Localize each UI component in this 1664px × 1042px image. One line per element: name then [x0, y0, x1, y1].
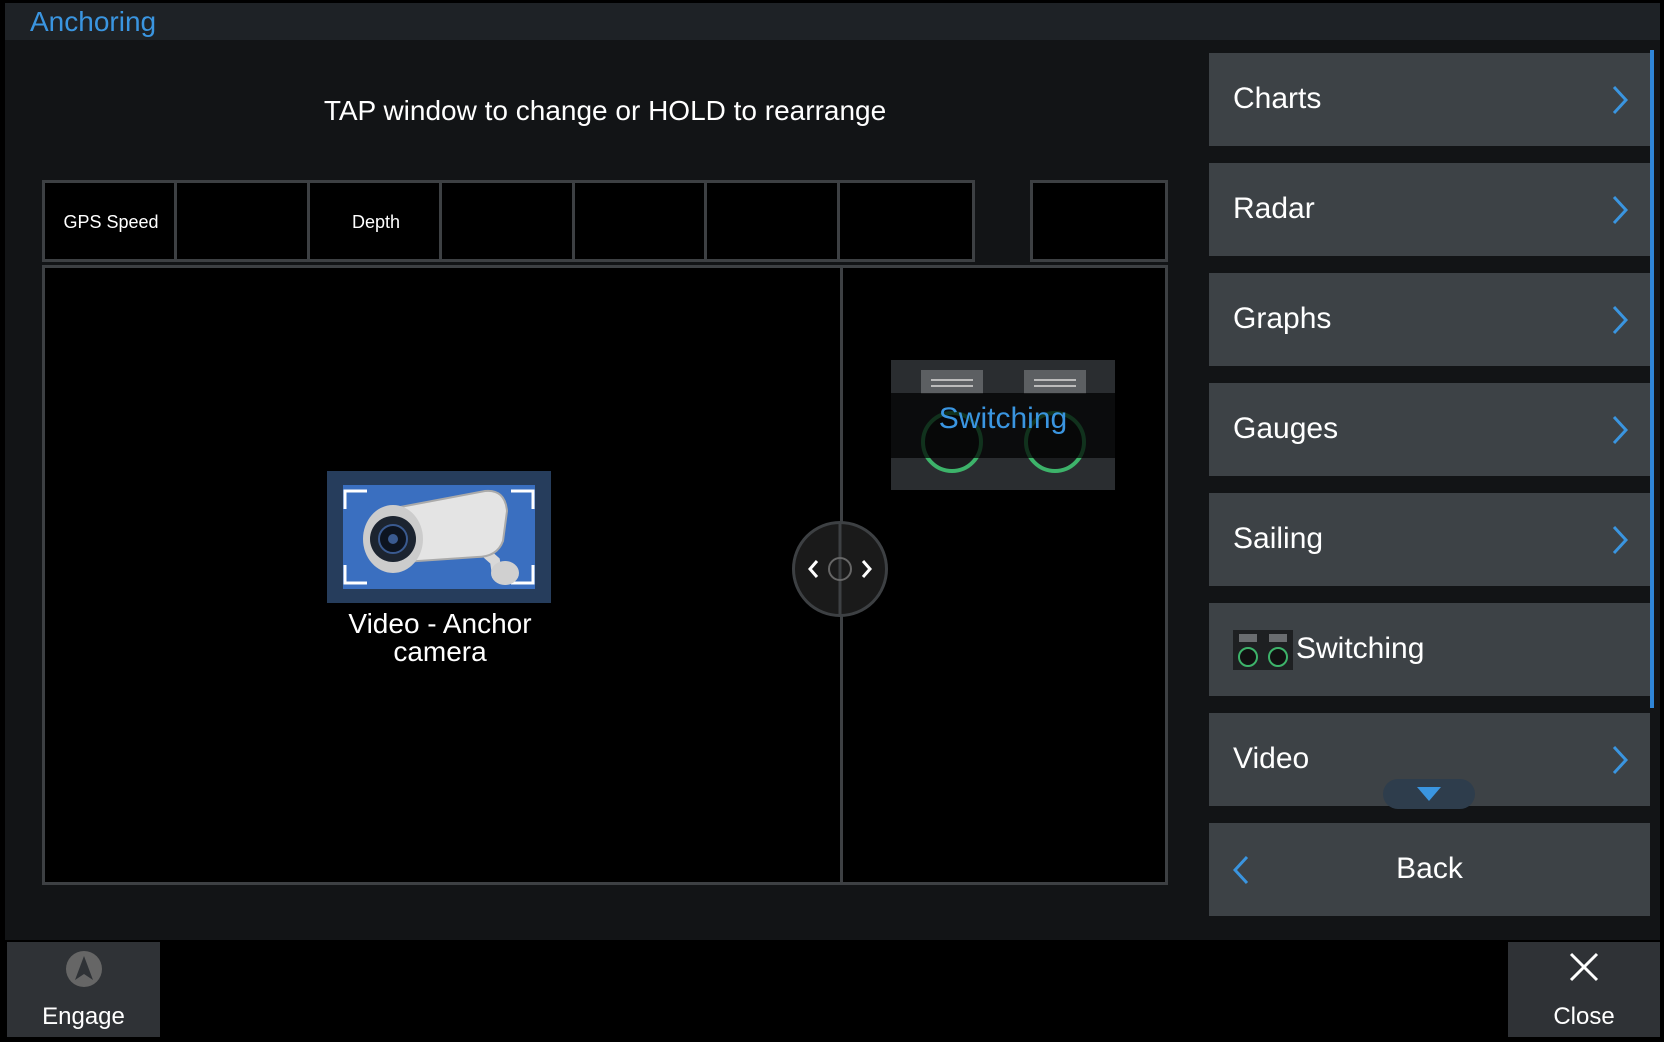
menu-scrollbar[interactable]: [1650, 50, 1654, 708]
databox-8[interactable]: [1030, 180, 1168, 262]
menu-item-charts[interactable]: Charts: [1209, 53, 1650, 146]
databox-label: GPS Speed: [63, 212, 159, 232]
databox-1[interactable]: GPS Speed: [42, 180, 180, 262]
menu-item-label: Charts: [1233, 82, 1322, 115]
scroll-down-button[interactable]: [1383, 779, 1475, 809]
bottom-bar: [0, 940, 1664, 1042]
chevron-right-icon: [1612, 195, 1628, 225]
menu-item-radar[interactable]: Radar: [1209, 163, 1650, 256]
chevron-right-icon: [1612, 415, 1628, 445]
databox-4[interactable]: [439, 180, 577, 262]
chevron-right-icon: [1612, 85, 1628, 115]
close-button-label: Close: [1553, 1003, 1615, 1030]
menu-item-label: Video: [1233, 742, 1310, 775]
splitter-handle[interactable]: [792, 521, 888, 617]
chevron-right-icon: [1612, 525, 1628, 555]
databox-2[interactable]: [174, 180, 312, 262]
databox-label: Depth: [351, 212, 401, 232]
menu-item-graphs[interactable]: Graphs: [1209, 273, 1650, 366]
layout-preview: GPS Speed Depth Video - Anchor camera Sw…: [42, 180, 1168, 885]
close-button[interactable]: Close: [1508, 942, 1660, 1037]
instruction-text: TAP window to change or HOLD to rearrang…: [323, 95, 887, 126]
menu-item-sailing[interactable]: Sailing: [1209, 493, 1650, 586]
caret-down-icon: [1417, 787, 1441, 801]
menu-item-label: Radar: [1233, 192, 1315, 225]
page-title: Anchoring: [30, 6, 157, 37]
autopilot-icon: [66, 951, 102, 987]
databox-6[interactable]: [704, 180, 842, 262]
pane-video-label: Video - Anchor camera: [348, 608, 532, 667]
security-camera-icon: [327, 471, 551, 603]
pane-switching[interactable]: [840, 265, 1168, 885]
databox-5[interactable]: [572, 180, 710, 262]
engage-button-label: Engage: [42, 1003, 125, 1030]
menu-item-switching[interactable]: Switching: [1209, 603, 1650, 696]
chevron-right-icon: [1612, 305, 1628, 335]
title-bar: Anchoring: [5, 3, 1660, 40]
databox-3[interactable]: Depth: [307, 180, 445, 262]
menu-item-label: Graphs: [1233, 302, 1332, 335]
back-button-label: Back: [1396, 852, 1463, 885]
pane-switching-label: Switching: [938, 402, 1068, 435]
databox-7[interactable]: [837, 180, 975, 262]
menu-item-label: Gauges: [1233, 412, 1339, 445]
engage-button[interactable]: Engage: [7, 942, 160, 1037]
menu-item-label: Switching: [1296, 632, 1425, 665]
splitter-arrows-icon: [808, 524, 872, 614]
back-button[interactable]: Back: [1209, 823, 1650, 916]
chevron-right-icon: [1612, 745, 1628, 775]
menu-item-label: Sailing: [1233, 522, 1324, 555]
switching-icon: [1233, 630, 1293, 670]
close-icon: [1569, 952, 1599, 982]
menu-item-gauges[interactable]: Gauges: [1209, 383, 1650, 476]
